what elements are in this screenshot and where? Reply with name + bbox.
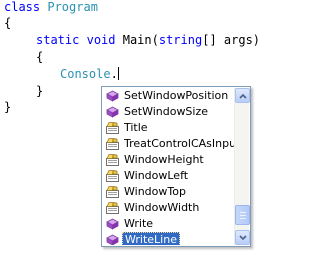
method-icon — [106, 234, 119, 245]
property-icon — [106, 154, 119, 166]
completion-item-label: Write — [124, 217, 154, 230]
code-line-4: { — [36, 48, 43, 66]
code-line-6: } — [36, 82, 43, 100]
property-icon — [106, 170, 119, 182]
close-brace: } — [36, 84, 44, 98]
chevron-down-icon — [239, 235, 247, 241]
completion-item[interactable]: WindowTop — [103, 184, 234, 200]
completion-item[interactable]: SetWindowPosition — [103, 88, 234, 104]
intellisense-popup[interactable]: SetWindowPosition SetWindowSize Title Treat… — [101, 86, 251, 247]
keyword-void: void — [86, 33, 116, 47]
close-brace: } — [4, 100, 12, 114]
completion-item-label: WindowHeight — [124, 153, 204, 166]
property-icon — [106, 202, 119, 214]
method-icon — [106, 90, 119, 102]
keyword-class: class — [4, 0, 41, 14]
completion-item[interactable]: Title — [103, 120, 234, 136]
code-line-2: { — [4, 14, 11, 32]
completion-item-label: Title — [124, 121, 148, 134]
member-dot: . — [110, 67, 118, 81]
scroll-down-button[interactable] — [235, 230, 250, 245]
completion-scrollbar[interactable] — [234, 88, 250, 245]
completion-item-label: TreatControlCAsInput — [124, 137, 234, 150]
completion-item[interactable]: WindowHeight — [103, 152, 234, 168]
method-icon — [106, 106, 119, 118]
method-name: Main( — [122, 33, 159, 47]
completion-list[interactable]: SetWindowPosition SetWindowSize Title Treat… — [103, 88, 234, 245]
keyword-static: static — [36, 33, 80, 47]
method-args: [] args) — [202, 33, 261, 47]
completion-item-label: WriteLine — [122, 232, 180, 245]
completion-item-label: SetWindowSize — [124, 105, 209, 118]
code-line-5: Console. — [60, 65, 119, 83]
completion-item[interactable]: WriteLine — [103, 232, 234, 245]
property-icon — [106, 122, 119, 134]
scroll-thumb[interactable] — [235, 204, 250, 225]
property-icon — [106, 186, 119, 198]
property-icon — [106, 138, 119, 150]
completion-item-label: WindowTop — [124, 185, 186, 198]
completion-item-label: WindowLeft — [124, 169, 189, 182]
completion-item[interactable]: Write — [103, 216, 234, 232]
method-icon — [106, 218, 119, 230]
open-brace: { — [4, 16, 12, 30]
completion-item[interactable]: TreatControlCAsInput — [103, 136, 234, 152]
completion-item-label: SetWindowPosition — [124, 89, 229, 102]
chevron-up-icon — [239, 93, 247, 99]
code-line-1: class Program — [4, 0, 98, 16]
completion-item[interactable]: WindowWidth — [103, 200, 234, 216]
console-type: Console — [60, 67, 111, 81]
text-caret — [117, 67, 119, 80]
completion-item-label: WindowWidth — [124, 201, 200, 214]
keyword-string: string — [158, 33, 203, 47]
scroll-up-button[interactable] — [235, 88, 250, 103]
code-line-3: static void Main(string[] args) — [36, 31, 260, 49]
code-line-7: } — [4, 98, 11, 116]
completion-item[interactable]: SetWindowSize — [103, 104, 234, 120]
completion-item[interactable]: WindowLeft — [103, 168, 234, 184]
open-brace: { — [36, 50, 44, 64]
class-name: Program — [47, 0, 98, 14]
